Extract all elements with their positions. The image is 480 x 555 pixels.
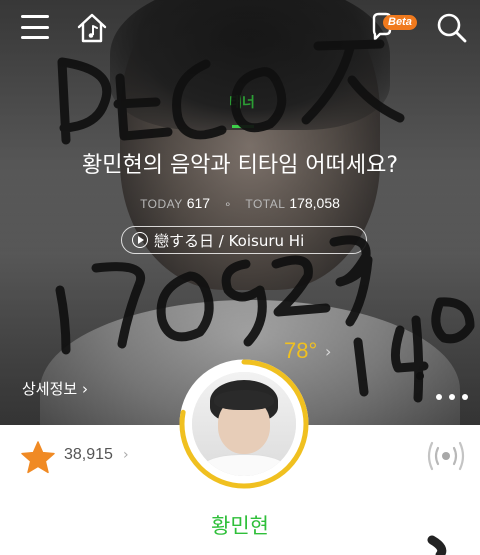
like-chevron-icon: › [123, 447, 129, 463]
total-label: TOTAL [245, 197, 286, 211]
chevron-right-icon: › [81, 380, 88, 398]
tag-underline [232, 125, 254, 128]
detail-info-link[interactable]: 상세정보 › [22, 378, 88, 399]
stats-separator: ∘ [223, 197, 232, 211]
like-count[interactable]: 38,915 [64, 446, 113, 464]
home-music-icon[interactable] [74, 10, 110, 46]
menu-icon[interactable] [18, 12, 52, 42]
avatar [192, 372, 296, 476]
search-icon[interactable] [434, 10, 470, 46]
playlist-title: 황민현의 음악과 티타임 어떠세요? [81, 153, 399, 178]
star-icon[interactable] [20, 440, 56, 476]
beta-badge: Beta [383, 15, 417, 30]
temperature-chevron-icon: › [325, 342, 332, 361]
today-label: TODAY [140, 197, 183, 211]
today-count: 617 [186, 195, 211, 211]
playlist-tag: 태너 [229, 95, 255, 111]
detail-info-label: 상세정보 [22, 380, 78, 398]
artist-avatar-button[interactable] [178, 358, 310, 490]
broadcast-icon[interactable] [426, 438, 466, 474]
now-playing-button[interactable]: 戀する日 / Koisuru Hi [121, 226, 367, 254]
play-icon [132, 232, 148, 248]
more-options-icon[interactable] [436, 392, 468, 402]
total-count: 178,058 [289, 195, 340, 211]
visit-stats: TODAY 617 ∘ TOTAL 178,058 [0, 195, 480, 211]
top-bar: Beta [0, 0, 480, 56]
now-playing-title: 戀する日 / Koisuru Hi [154, 231, 305, 250]
artist-name: 황민현 [211, 514, 269, 538]
